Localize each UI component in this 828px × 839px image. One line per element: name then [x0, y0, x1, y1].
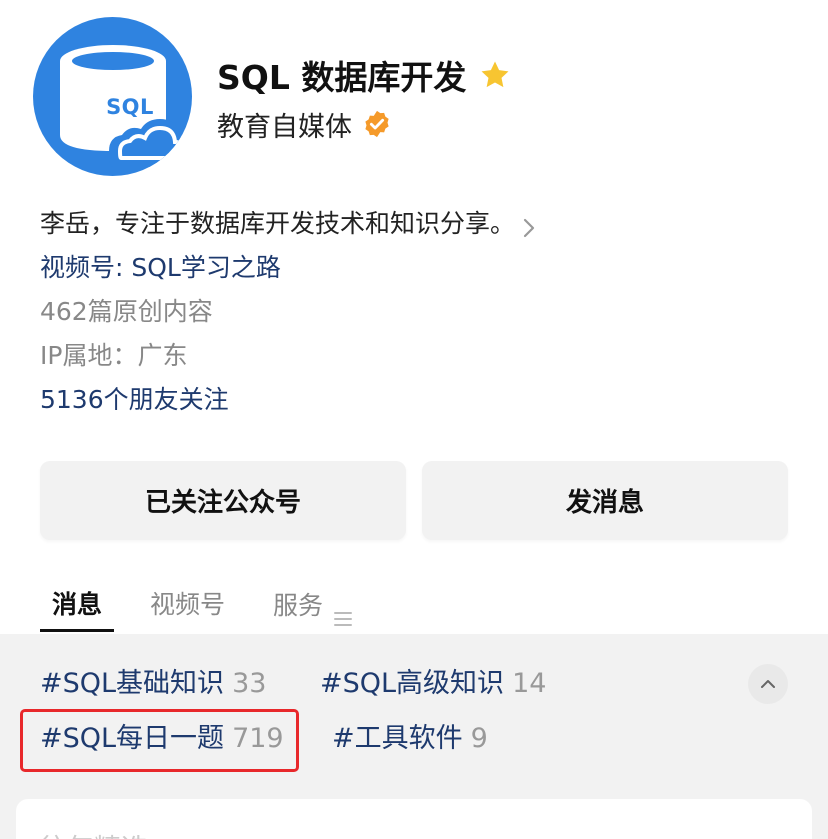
send-message-button[interactable]: 发消息 — [422, 461, 788, 540]
tab-messages[interactable]: 消息 — [40, 580, 115, 632]
verified-badge-icon — [362, 109, 392, 139]
chevron-up-icon — [761, 680, 775, 688]
topic-label: #SQL高级知识 — [320, 668, 505, 699]
menu-icon — [333, 596, 353, 626]
topic-sql-basics[interactable]: #SQL基础知识 33 — [40, 664, 266, 704]
tab-channels[interactable]: 视频号 — [150, 580, 225, 632]
topic-count: 33 — [232, 668, 267, 699]
card-partial-text: 往年精选 — [40, 827, 148, 839]
collapse-button[interactable] — [748, 664, 788, 704]
topic-tools[interactable]: #工具软件 9 — [332, 719, 488, 759]
account-type: 教育自媒体 — [217, 111, 352, 143]
bio-row[interactable]: 李岳，专注于数据库开发技术和知识分享。 — [40, 202, 800, 246]
topic-count: 9 — [470, 723, 488, 754]
topic-label: #工具软件 — [332, 723, 463, 754]
followers-link[interactable]: 5136个朋友关注 — [40, 378, 800, 422]
bio-text: 李岳，专注于数据库开发技术和知识分享。 — [40, 209, 516, 238]
highlight-annotation — [20, 709, 299, 772]
tab-services-label: 服务 — [273, 591, 324, 620]
follow-button[interactable]: 已关注公众号 — [40, 461, 406, 540]
ip-location: IP属地：广东 — [40, 341, 188, 370]
avatar[interactable]: SQL — [33, 17, 192, 176]
channel-link[interactable]: 视频号: SQL学习之路 — [40, 246, 800, 290]
tab-services[interactable]: 服务 — [273, 580, 353, 632]
topic-count: 14 — [512, 668, 547, 699]
topic-sql-advanced[interactable]: #SQL高级知识 14 — [320, 664, 546, 704]
chevron-right-icon — [521, 211, 539, 238]
content-card[interactable]: 往年精选 — [16, 799, 812, 839]
article-count: 462篇原创内容 — [40, 297, 213, 326]
avatar-label: SQL — [106, 95, 154, 119]
topic-label: #SQL基础知识 — [40, 668, 225, 699]
account-name: SQL 数据库开发 — [217, 58, 467, 97]
tab-bar: 消息 视频号 服务 — [40, 580, 353, 634]
profile-info: 李岳，专注于数据库开发技术和知识分享。 视频号: SQL学习之路 462篇原创内… — [40, 202, 800, 422]
star-icon[interactable] — [478, 58, 512, 92]
profile-header: SQL SQL 数据库开发 教育自媒体 — [0, 0, 828, 190]
